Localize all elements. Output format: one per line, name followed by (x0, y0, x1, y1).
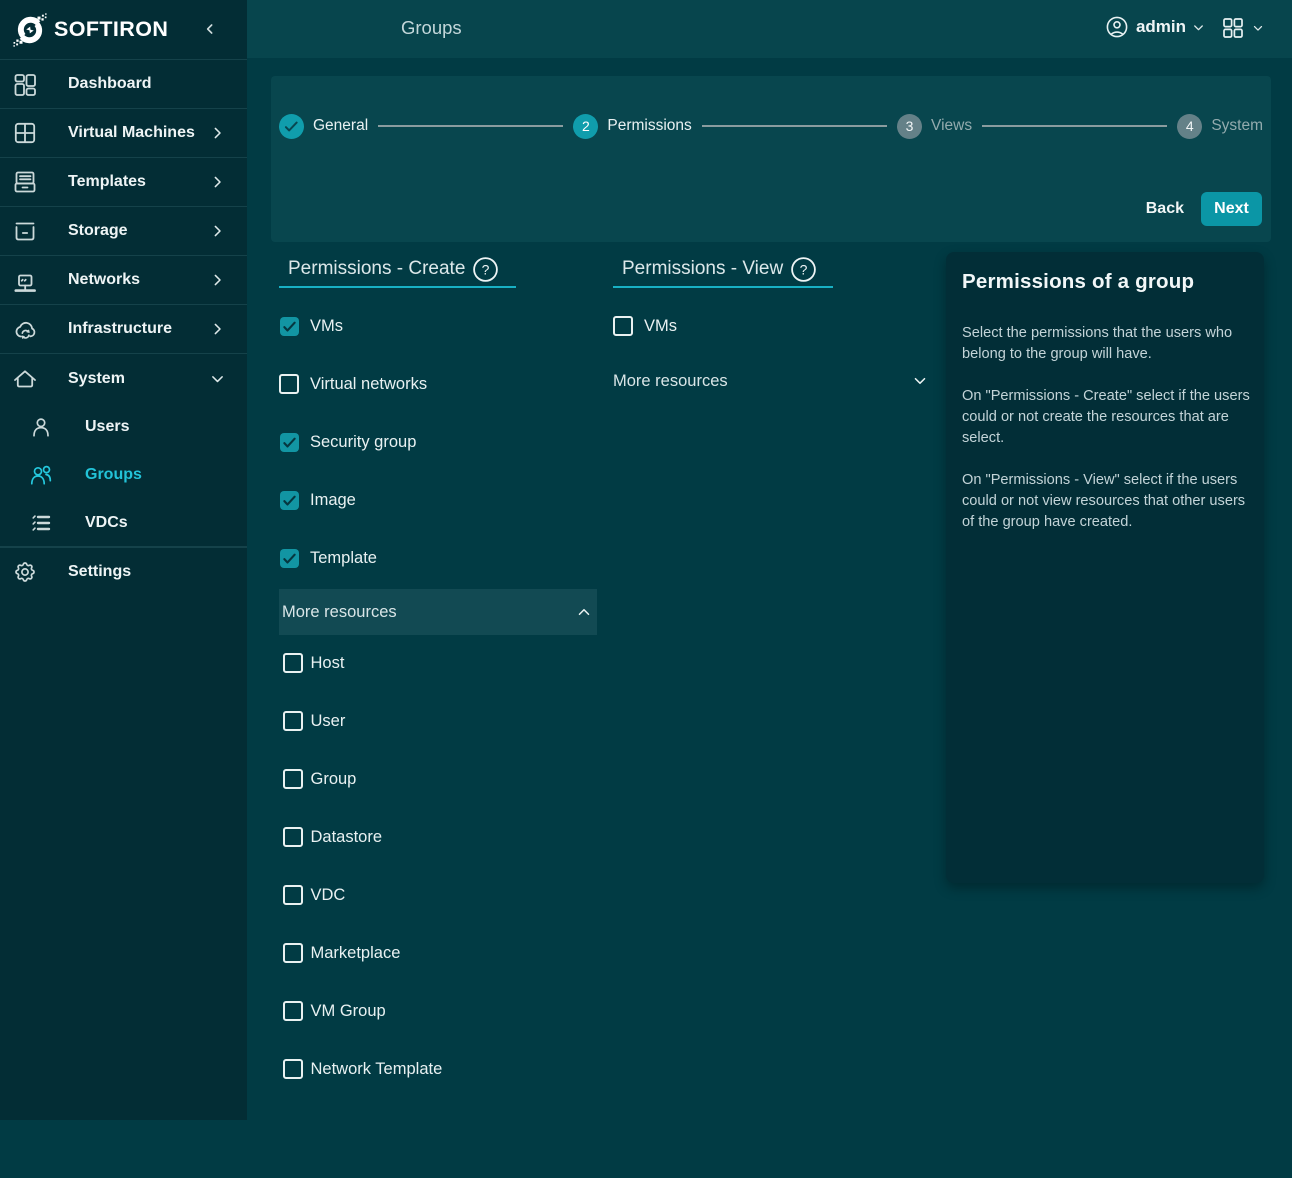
svg-text:?: ? (482, 261, 490, 277)
svg-text:?: ? (800, 261, 808, 277)
